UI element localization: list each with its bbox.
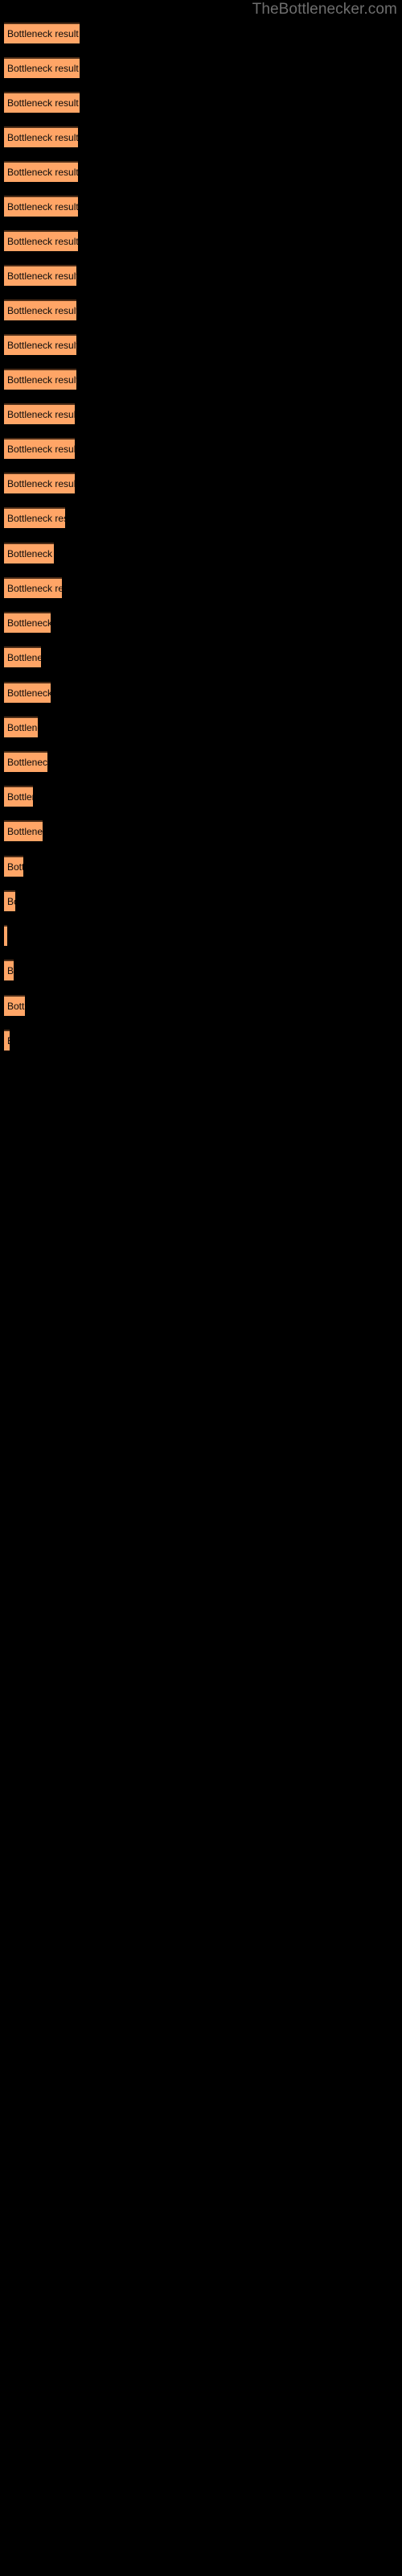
bottleneck-result-bar[interactable]: Bottleneck result <box>4 612 51 633</box>
bar-row: Bottleneck result <box>0 925 402 946</box>
bar-label: Bottleneck result <box>7 28 79 39</box>
bar-row: Bottleneck result <box>0 890 402 911</box>
bar-row: Bottleneck result <box>0 92 402 113</box>
bar-row: Bottleneck result <box>0 126 402 147</box>
bar-row: Bottleneck result <box>0 612 402 633</box>
bar-row: Bottleneck result <box>0 334 402 355</box>
bottleneck-result-bar[interactable]: Bottleneck result <box>4 682 51 703</box>
bar-label: Bottleneck result <box>7 826 43 837</box>
bottleneck-result-bar[interactable]: Bottleneck result <box>4 751 47 772</box>
bar-row: Bottleneck result <box>0 230 402 251</box>
bottleneck-result-bar[interactable]: Bottleneck result <box>4 995 25 1016</box>
bar-label: Bottleneck result <box>7 201 78 213</box>
bar-label: Bottleneck result <box>7 965 14 976</box>
bar-label: Bottleneck result <box>7 722 38 733</box>
bottleneck-result-bar[interactable]: Bottleneck result <box>4 196 78 217</box>
bar-label: Bottleneck result <box>7 548 54 559</box>
bottleneck-result-bar[interactable]: Bottleneck result <box>4 925 7 946</box>
bar-row: Bottleneck result <box>0 473 402 493</box>
bar-label: Bottleneck result <box>7 409 75 420</box>
bottleneck-result-bar[interactable]: Bottleneck result <box>4 265 76 286</box>
bar-row: Bottleneck result <box>0 543 402 564</box>
bar-row: Bottleneck result <box>0 23 402 43</box>
bar-label: Bottleneck result <box>7 374 76 386</box>
bar-row: Bottleneck result <box>0 786 402 807</box>
bar-label: Bottleneck result <box>7 757 47 768</box>
bar-row: Bottleneck result <box>0 57 402 78</box>
bottleneck-result-bar[interactable]: Bottleneck result <box>4 960 14 980</box>
bottleneck-result-bar[interactable]: Bottleneck result <box>4 716 38 737</box>
bar-row: Bottleneck result <box>0 820 402 841</box>
bar-row: Bottleneck result <box>0 161 402 182</box>
bottleneck-result-bar[interactable]: Bottleneck result <box>4 786 33 807</box>
bottleneck-result-bar[interactable]: Bottleneck result <box>4 230 78 251</box>
bottleneck-result-bar[interactable]: Bottleneck result <box>4 1030 10 1051</box>
bottleneck-bar-chart: Bottleneck result Bottleneck result Bottle… <box>0 0 402 2576</box>
bar-label: Bottleneck result <box>7 63 79 74</box>
bottleneck-result-bar[interactable]: Bottleneck result <box>4 438 75 459</box>
bar-label: Bottleneck result <box>4 1031 10 1051</box>
bottleneck-result-bar[interactable]: Bottleneck result <box>4 543 54 564</box>
bar-label: Bottleneck result <box>7 652 41 663</box>
bar-row: Bottleneck result <box>0 646 402 667</box>
bar-label: Bottleneck result <box>7 791 33 803</box>
bar-row: Bottleneck result <box>0 403 402 424</box>
bar-row: Bottleneck result <box>0 682 402 703</box>
bar-label: Bottleneck result <box>7 270 76 282</box>
bar-label: Bottleneck result <box>7 132 78 143</box>
bottleneck-result-bar[interactable]: Bottleneck result <box>4 577 62 598</box>
bar-row: Bottleneck result <box>0 751 402 772</box>
bar-row: Bottleneck result <box>0 856 402 877</box>
bottleneck-result-bar[interactable]: Bottleneck result <box>4 334 76 355</box>
page-root: TheBottlenecker.com Bottleneck result Bot… <box>0 0 402 2576</box>
bar-row: Bottleneck result <box>0 438 402 459</box>
bar-label: Bottleneck result <box>4 927 7 946</box>
bottleneck-result-bar[interactable]: Bottleneck result <box>4 856 23 877</box>
bar-row: Bottleneck result <box>0 960 402 980</box>
bottleneck-result-bar[interactable]: Bottleneck result <box>4 92 80 113</box>
bottleneck-result-bar[interactable]: Bottleneck result <box>4 473 75 493</box>
bar-label: Bottleneck result <box>7 513 65 524</box>
bar-row: Bottleneck result <box>0 196 402 217</box>
bar-label: Bottleneck result <box>7 687 51 699</box>
bar-row: Bottleneck result <box>0 507 402 528</box>
bar-row: Bottleneck result <box>0 1030 402 1051</box>
bar-label: Bottleneck result <box>7 97 79 109</box>
bar-label: Bottleneck result <box>7 896 15 907</box>
bar-label: Bottleneck result <box>7 340 76 351</box>
bar-label: Bottleneck result <box>7 478 75 489</box>
bottleneck-result-bar[interactable]: Bottleneck result <box>4 57 80 78</box>
bottleneck-result-bar[interactable]: Bottleneck result <box>4 646 41 667</box>
bottleneck-result-bar[interactable]: Bottleneck result <box>4 299 76 320</box>
bottleneck-result-bar[interactable]: Bottleneck result <box>4 126 78 147</box>
bottleneck-result-bar[interactable]: Bottleneck result <box>4 820 43 841</box>
bar-row: Bottleneck result <box>0 716 402 737</box>
bar-label: Bottleneck result <box>7 167 78 178</box>
bar-row: Bottleneck result <box>0 577 402 598</box>
bottleneck-result-bar[interactable]: Bottleneck result <box>4 23 80 43</box>
bar-row: Bottleneck result <box>0 369 402 390</box>
bottleneck-result-bar[interactable]: Bottleneck result <box>4 161 78 182</box>
bar-label: Bottleneck result <box>7 583 62 594</box>
bottleneck-result-bar[interactable]: Bottleneck result <box>4 369 76 390</box>
bottleneck-result-bar[interactable]: Bottleneck result <box>4 890 15 911</box>
bottleneck-result-bar[interactable]: Bottleneck result <box>4 403 75 424</box>
bottleneck-result-bar[interactable]: Bottleneck result <box>4 507 65 528</box>
bar-label: Bottleneck result <box>7 305 76 316</box>
bar-label: Bottleneck result <box>7 1001 25 1012</box>
bar-label: Bottleneck result <box>7 617 51 629</box>
bar-label: Bottleneck result <box>7 861 23 873</box>
bar-label: Bottleneck result <box>7 236 78 247</box>
bar-row: Bottleneck result <box>0 299 402 320</box>
bar-row: Bottleneck result <box>0 265 402 286</box>
bar-row: Bottleneck result <box>0 995 402 1016</box>
bar-label: Bottleneck result <box>7 444 75 455</box>
